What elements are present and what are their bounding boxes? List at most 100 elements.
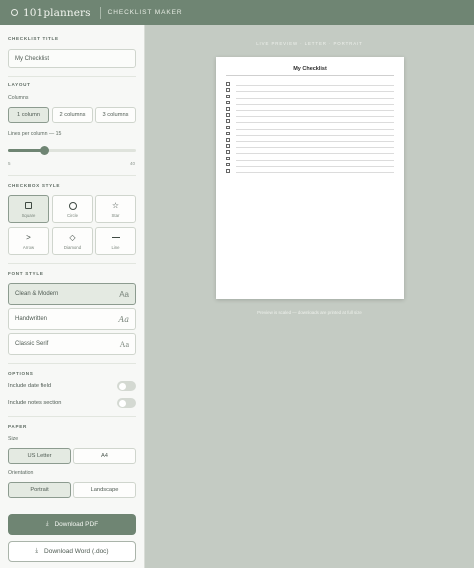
diamond-icon: ◇: [69, 233, 76, 242]
checkbox-style-diamond[interactable]: ◇ Diamond: [52, 227, 93, 255]
checkbox-icon: [226, 156, 230, 161]
checkbox-icon: [226, 138, 230, 142]
date-field-label: Include date field: [8, 383, 52, 389]
checkbox-icon: [226, 162, 230, 167]
circle-icon: [68, 201, 77, 210]
checkbox-icon: [226, 82, 230, 86]
writing-line: [235, 153, 394, 154]
checkbox-icon: [226, 119, 230, 123]
lines-slider[interactable]: [8, 146, 136, 155]
logo-icon: [11, 9, 18, 16]
divider: [8, 416, 136, 417]
options-label: OPTIONS: [8, 371, 34, 376]
checkbox-style-label-text: Star: [111, 212, 120, 218]
one-column-button[interactable]: 1 column: [8, 107, 49, 123]
two-columns-button[interactable]: 2 columns: [52, 107, 93, 123]
writing-line: [235, 103, 394, 105]
live-preview-label: LIVE PREVIEW · LETTER · PORTRAIT: [256, 41, 363, 46]
writing-line: [235, 97, 394, 99]
checkbox-icon: [226, 150, 230, 154]
download-pdf-button[interactable]: ⤓ Download PDF: [8, 514, 136, 535]
preview-checklist-row: [226, 87, 394, 93]
size-us-letter-button[interactable]: US Letter: [8, 448, 71, 464]
checkbox-icon: [226, 88, 230, 92]
checklist-preview-page: My Checklist: [216, 57, 404, 299]
slider-max-label: 40: [130, 161, 136, 166]
writing-line: [235, 172, 394, 173]
checkbox-style-square[interactable]: Square: [8, 195, 49, 223]
columns-label: Columns: [8, 95, 29, 101]
size-label: Size: [8, 436, 19, 442]
checklist-title-input[interactable]: My Checklist: [8, 49, 136, 68]
checkbox-style-label-text: Arrow: [22, 244, 35, 250]
writing-line: [235, 147, 394, 148]
checkbox-style-circle[interactable]: Circle: [52, 195, 93, 223]
lines-per-column-label: Lines per column — 15: [8, 131, 62, 137]
checklist-title-label: CHECKLIST TITLE: [8, 36, 59, 41]
font-option-handwritten[interactable]: Handwritten Aa: [8, 308, 136, 330]
preview-checklist-row: [226, 143, 394, 149]
preview-checklist-row: [226, 118, 394, 124]
font-option-sample: Aa: [119, 339, 129, 349]
download-word-button[interactable]: ⤓ Download Word (.doc): [8, 541, 136, 562]
checkbox-style-line[interactable]: Line: [95, 227, 136, 255]
preview-checklist-row: [226, 106, 394, 112]
preview-checklist-row: [226, 93, 394, 99]
preview-checklist-row: [226, 131, 394, 137]
preview-checklist-row: [226, 100, 394, 106]
checkbox-icon: [226, 125, 230, 130]
orientation-portrait-button[interactable]: Portrait: [8, 482, 71, 498]
checkbox-icon: [226, 169, 230, 173]
slider-thumb[interactable]: [40, 146, 50, 155]
writing-line: [235, 141, 394, 142]
divider: [8, 175, 136, 176]
brand-name[interactable]: 101planners: [23, 7, 91, 19]
checkbox-style-label: CHECKBOX STYLE: [8, 183, 61, 188]
size-a4-button[interactable]: A4: [73, 448, 136, 464]
notes-section-toggle[interactable]: [117, 398, 136, 408]
preview-checklist-row: [226, 149, 394, 155]
checkbox-style-star[interactable]: ☆ Star: [95, 195, 136, 223]
writing-line: [235, 122, 394, 123]
toggle-knob: [118, 382, 126, 390]
writing-line: [235, 128, 394, 130]
checkbox-style-label-text: Line: [111, 244, 120, 250]
date-field-toggle[interactable]: [117, 381, 136, 391]
square-icon: [25, 202, 32, 209]
three-columns-button[interactable]: 3 columns: [95, 107, 136, 123]
preview-note: Preview is scaled — downloads are printe…: [257, 310, 362, 315]
download-icon: ⤓: [45, 521, 49, 527]
date-field-option: Include date field: [8, 381, 136, 391]
orientation-landscape-button[interactable]: Landscape: [73, 482, 136, 498]
divider: [8, 363, 136, 364]
preview-checklist-row: [226, 112, 394, 118]
preview-checklist-row: [226, 155, 394, 161]
toggle-knob: [118, 399, 126, 407]
settings-sidebar: CHECKLIST TITLE My Checklist LAYOUT Colu…: [0, 25, 145, 568]
checkbox-style-label-text: Diamond: [63, 244, 82, 250]
slider-min-label: 5: [8, 161, 11, 166]
font-option-clean-modern[interactable]: Clean & Modern Aa: [8, 283, 136, 305]
layout-label: LAYOUT: [8, 82, 31, 87]
top-bar: 101planners CHECKLIST MAKER: [0, 0, 474, 25]
writing-line: [235, 134, 394, 136]
preview-checklist-row: [226, 137, 394, 143]
checkbox-icon: [226, 131, 230, 136]
checkbox-style-arrow[interactable]: > Arrow: [8, 227, 49, 255]
font-option-name: Classic Serif: [15, 341, 49, 347]
checkbox-icon: [226, 144, 230, 148]
writing-line: [235, 91, 394, 92]
checkbox-style-label-text: Circle: [67, 212, 78, 218]
preview-checklist-row: [226, 124, 394, 130]
paper-label: PAPER: [8, 424, 27, 429]
checkbox-icon: [226, 107, 230, 111]
font-option-sample: Aa: [118, 314, 129, 324]
font-option-classic-serif[interactable]: Classic Serif Aa: [8, 333, 136, 355]
header-divider: [99, 6, 101, 19]
arrow-icon: >: [26, 233, 31, 242]
notes-section-label: Include notes section: [8, 400, 62, 406]
checkbox-style-label-text: Square: [21, 212, 36, 218]
checkbox-icon: [226, 113, 230, 117]
download-icon: ⤓: [35, 548, 39, 554]
font-style-label: FONT STYLE: [8, 271, 44, 276]
